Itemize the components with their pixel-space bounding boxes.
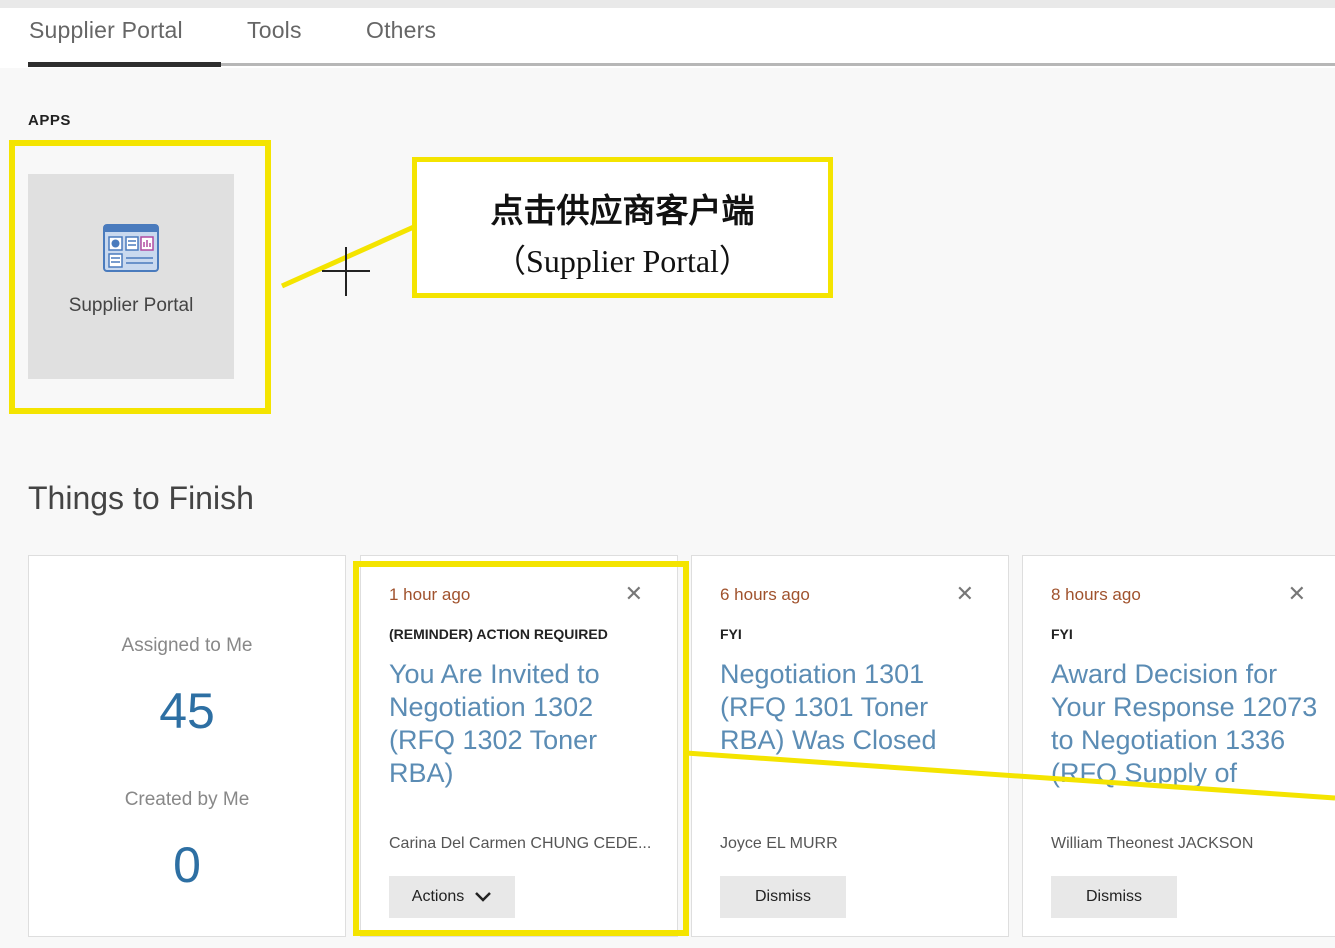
notification-connector-line xyxy=(685,750,1335,801)
annotation-overlay xyxy=(280,223,1335,801)
crosshair-cursor-icon xyxy=(322,247,370,296)
callout-connector-line xyxy=(280,223,418,289)
